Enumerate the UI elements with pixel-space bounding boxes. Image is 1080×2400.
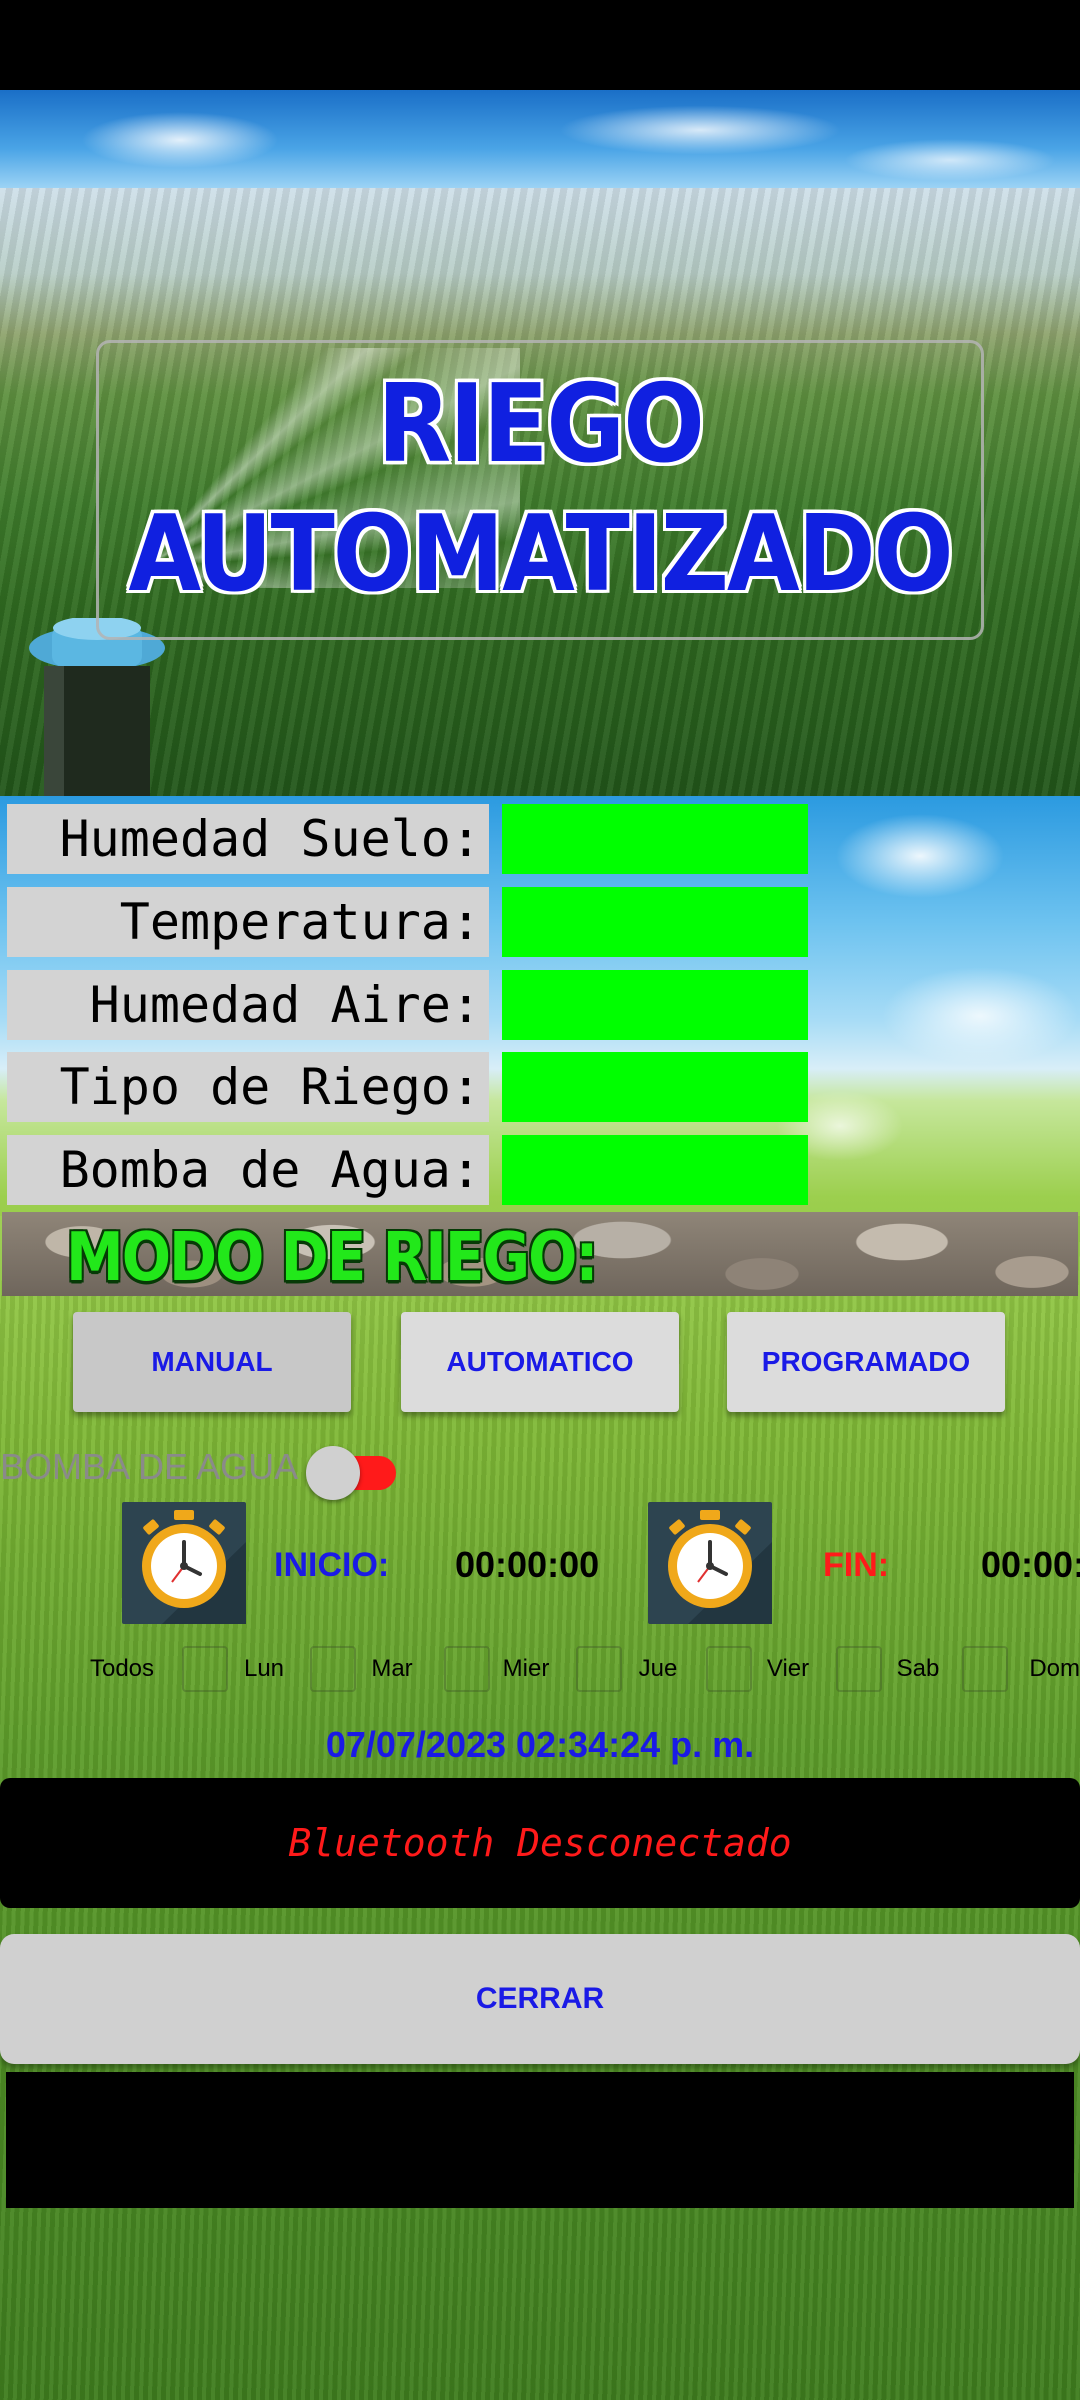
soil-humidity-label: Humedad Suelo: [7, 804, 489, 874]
checkbox-box [182, 1646, 228, 1692]
start-time-value: 00:00:00 [455, 1544, 600, 1585]
pump-switch[interactable] [306, 1444, 396, 1500]
app-title-line1: RIEGO [377, 361, 705, 487]
blank-panel [6, 2072, 1074, 2208]
sky-background [0, 90, 1080, 188]
day-checkbox-jue[interactable]: Jue [576, 1646, 696, 1696]
end-label: FIN: [823, 1546, 890, 1584]
day-checkbox-dom[interactable]: Dom [962, 1646, 1080, 1696]
sensor-row-air-humidity: Humedad Aire: [7, 970, 1080, 1040]
day-label-todos: Todos [89, 1655, 155, 1682]
sensor-row-water-pump: Bomba de Agua: [7, 1135, 1080, 1205]
bluetooth-status-text: Bluetooth Desconectado [288, 1821, 792, 1865]
water-pump-label: Bomba de Agua: [7, 1135, 489, 1205]
day-checkbox-sab[interactable]: Sab [836, 1646, 956, 1696]
day-label-mar: Mar [371, 1655, 413, 1682]
sensor-row-soil-humidity: Humedad Suelo: [7, 804, 1080, 874]
day-label-lun: Lun [243, 1655, 285, 1682]
day-checkbox-todos[interactable]: Todos [84, 1646, 160, 1696]
start-time-picker[interactable] [122, 1502, 246, 1624]
checkbox-box [444, 1646, 490, 1692]
water-pump-value [502, 1135, 808, 1205]
day-label-mier: Mier [502, 1655, 550, 1682]
switch-thumb [306, 1446, 360, 1500]
checkbox-box [962, 1646, 1008, 1692]
end-time-value: 00:00:00 [981, 1544, 1080, 1585]
start-label: INICIO: [274, 1546, 390, 1584]
temperature-value [502, 887, 808, 957]
bluetooth-status-box[interactable]: Bluetooth Desconectado [0, 1778, 1080, 1908]
mode-title: MODO DE RIEGO: [66, 1218, 599, 1297]
temperature-label: Temperatura: [7, 887, 489, 957]
sensor-row-irrigation-type: Tipo de Riego: [7, 1052, 1080, 1122]
sprinkler-icon [29, 618, 165, 796]
stopwatch-icon [142, 1510, 246, 1624]
automatic-mode-button[interactable]: AUTOMATICO [401, 1312, 679, 1412]
end-time-clip: 00:00:00 [981, 1540, 1080, 1590]
irrigation-type-label: Tipo de Riego: [7, 1052, 489, 1122]
day-checkbox-mier[interactable]: Mier [444, 1646, 564, 1696]
manual-mode-button[interactable]: MANUAL [73, 1312, 351, 1412]
day-checkbox-mar[interactable]: Mar [310, 1646, 430, 1696]
air-humidity-label: Humedad Aire: [7, 970, 489, 1040]
day-checkbox-lun[interactable]: Lun [182, 1646, 302, 1696]
day-checkbox-vier[interactable]: Vier [706, 1646, 826, 1696]
air-humidity-value [502, 970, 808, 1040]
day-label-jue: Jue [638, 1655, 678, 1682]
irrigation-type-value [502, 1052, 808, 1122]
day-label-sab: Sab [896, 1655, 940, 1682]
day-label-vier: Vier [766, 1655, 810, 1682]
checkbox-box [310, 1646, 356, 1692]
sensor-row-temperature: Temperatura: [7, 887, 1080, 957]
checkbox-box [706, 1646, 752, 1692]
pump-switch-label: BOMBA DE AGUA [0, 1446, 299, 1487]
app-title-line2: AUTOMATIZADO [128, 493, 953, 616]
end-time-picker[interactable] [648, 1502, 772, 1624]
day-label-dom: Dom [1029, 1655, 1080, 1682]
soil-humidity-value [502, 804, 808, 874]
checkbox-box [576, 1646, 622, 1692]
close-button[interactable]: CERRAR [0, 1934, 1080, 2064]
scheduled-mode-button[interactable]: PROGRAMADO [727, 1312, 1005, 1412]
current-datetime: 07/07/2023 02:34:24 p. m. [325, 1724, 755, 1765]
checkbox-box [836, 1646, 882, 1692]
status-bar [0, 0, 1080, 90]
stopwatch-icon [668, 1510, 772, 1624]
